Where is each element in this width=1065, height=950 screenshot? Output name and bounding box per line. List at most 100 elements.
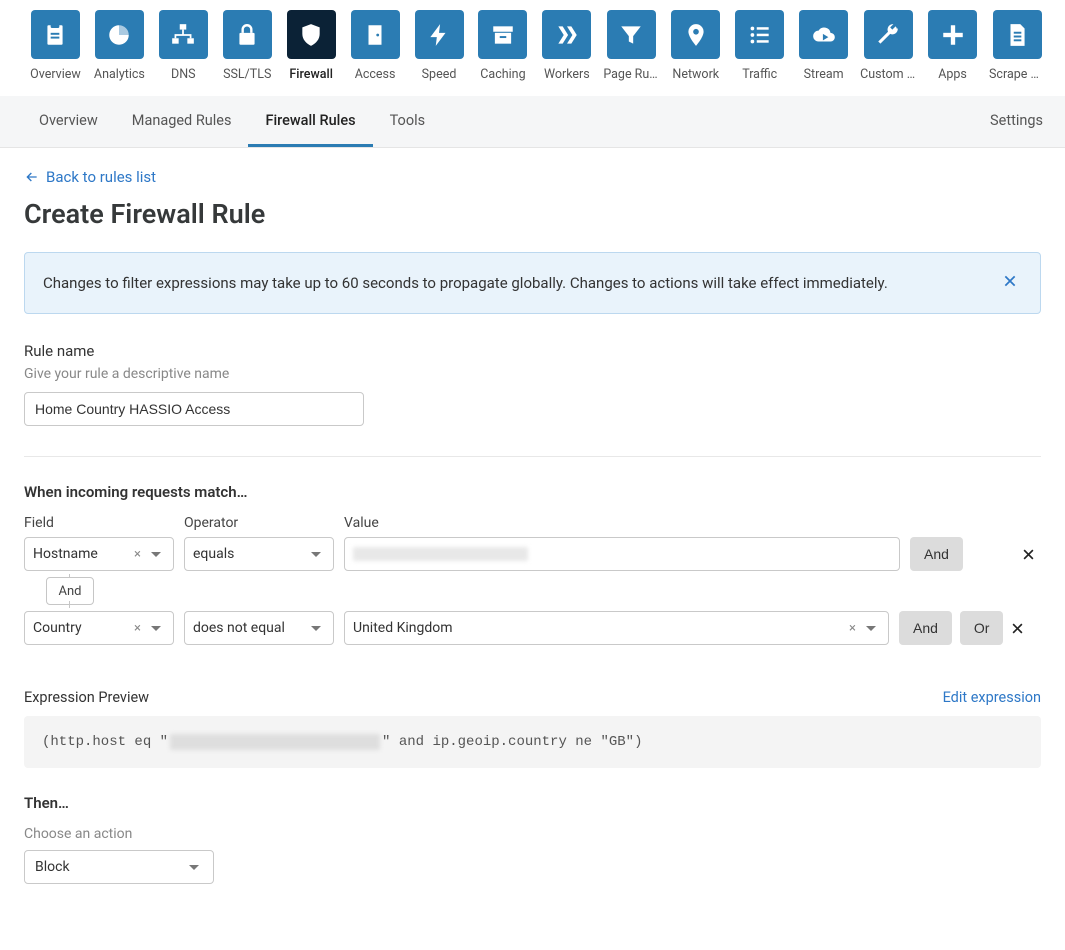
- nav-dns[interactable]: DNS: [158, 10, 209, 82]
- nav-label: DNS: [171, 67, 196, 82]
- nav-analytics[interactable]: Analytics: [94, 10, 145, 82]
- field-select[interactable]: Country ×: [24, 611, 174, 645]
- clipboard-icon: [31, 10, 80, 59]
- door-icon: [351, 10, 400, 59]
- operator-select[interactable]: equals: [184, 537, 334, 571]
- back-to-rules-link[interactable]: Back to rules list: [24, 168, 156, 186]
- document-icon: [993, 10, 1042, 59]
- info-banner: Changes to filter expressions may take u…: [24, 252, 1041, 314]
- nav-custompages[interactable]: Custom P…: [862, 10, 914, 82]
- close-icon: [1002, 273, 1018, 289]
- expression-title: Expression Preview: [24, 689, 943, 706]
- arrow-left-icon: [24, 169, 40, 185]
- then-hint: Choose an action: [24, 826, 1041, 842]
- nav-label: Network: [672, 67, 719, 82]
- nav-access[interactable]: Access: [350, 10, 401, 82]
- nav-label: Caching: [480, 67, 525, 82]
- field-value: Country: [33, 620, 128, 636]
- expression-header: Expression Preview Edit expression: [24, 689, 1041, 706]
- nav-label: Apps: [938, 67, 967, 82]
- divider: [24, 456, 1041, 457]
- then-section: Then… Choose an action Block: [24, 794, 1041, 884]
- plus-icon: [928, 10, 977, 59]
- nav-label: Access: [355, 67, 396, 82]
- nav-label: SSL/TLS: [223, 67, 271, 82]
- field-select[interactable]: Hostname ×: [24, 537, 174, 571]
- redacted-value: [353, 547, 528, 561]
- nav-label: Page Rules: [603, 67, 659, 82]
- sitemap-icon: [159, 10, 208, 59]
- nav-label: Stream: [804, 67, 844, 82]
- nav-stream[interactable]: Stream: [798, 10, 849, 82]
- and-button[interactable]: And: [910, 537, 963, 571]
- header-value: Value: [344, 515, 900, 531]
- header-operator: Operator: [184, 515, 334, 531]
- nav-firewall[interactable]: Firewall: [286, 10, 337, 82]
- clear-icon[interactable]: ×: [128, 621, 147, 636]
- delete-row-button[interactable]: [1015, 541, 1041, 567]
- match-title: When incoming requests match…: [24, 483, 1041, 501]
- and-button[interactable]: And: [899, 611, 952, 645]
- nav-ssl[interactable]: SSL/TLS: [222, 10, 273, 82]
- value-select[interactable]: United Kingdom ×: [344, 611, 889, 645]
- bolt-icon: [415, 10, 464, 59]
- nav-apps[interactable]: Apps: [927, 10, 978, 82]
- nav-label: Overview: [30, 67, 81, 82]
- tab-overview[interactable]: Overview: [22, 96, 115, 147]
- top-nav: Overview Analytics DNS SSL/TLS Firewall …: [0, 0, 1065, 82]
- rule-name-hint: Give your rule a descriptive name: [24, 366, 1041, 382]
- condition-headers: Field Operator Value: [24, 515, 1041, 531]
- or-button[interactable]: Or: [960, 611, 1004, 645]
- nav-traffic[interactable]: Traffic: [734, 10, 785, 82]
- chevron-down-icon: [311, 552, 321, 557]
- operator-value: does not equal: [193, 620, 307, 636]
- nav-label: Analytics: [94, 67, 145, 82]
- nav-label: Firewall: [289, 67, 332, 82]
- operator-value: equals: [193, 546, 307, 562]
- condition-row: Hostname × equals And: [24, 537, 1041, 571]
- cloud-play-icon: [799, 10, 848, 59]
- banner-close-button[interactable]: [998, 269, 1022, 297]
- pin-icon: [671, 10, 720, 59]
- expression-post: " and ip.geoip.country ne "GB"): [382, 734, 642, 750]
- edit-expression-link[interactable]: Edit expression: [943, 689, 1041, 706]
- page-title: Create Firewall Rule: [24, 198, 1041, 230]
- action-select[interactable]: Block: [24, 850, 214, 884]
- tab-managed-rules[interactable]: Managed Rules: [115, 96, 249, 147]
- chevron-down-icon: [151, 552, 161, 557]
- tab-tools[interactable]: Tools: [373, 96, 443, 147]
- header-field: Field: [24, 515, 174, 531]
- workers-icon: [542, 10, 591, 59]
- value-input[interactable]: [344, 537, 900, 571]
- nav-speed[interactable]: Speed: [414, 10, 465, 82]
- field-value: Hostname: [33, 546, 128, 562]
- tab-firewall-rules[interactable]: Firewall Rules: [248, 96, 372, 147]
- action-value: Block: [35, 859, 185, 875]
- nav-caching[interactable]: Caching: [477, 10, 528, 82]
- chevron-down-icon: [311, 626, 321, 631]
- nav-label: Custom P…: [860, 67, 916, 82]
- nav-network[interactable]: Network: [670, 10, 721, 82]
- value-text: United Kingdom: [353, 620, 843, 636]
- nav-pagerules[interactable]: Page Rules: [605, 10, 657, 82]
- tab-settings[interactable]: Settings: [973, 96, 1043, 147]
- chevron-down-icon: [151, 626, 161, 631]
- chevron-down-icon: [866, 626, 876, 631]
- nav-workers[interactable]: Workers: [541, 10, 592, 82]
- connector-and-chip[interactable]: And: [46, 577, 94, 605]
- archive-icon: [478, 10, 527, 59]
- wrench-icon: [864, 10, 913, 59]
- clear-icon[interactable]: ×: [128, 547, 147, 562]
- nav-scrape[interactable]: Scrape Shi…: [991, 10, 1043, 82]
- nav-label: Speed: [422, 67, 457, 82]
- delete-row-button[interactable]: [1004, 615, 1030, 641]
- rule-name-input[interactable]: [24, 392, 364, 426]
- clear-icon[interactable]: ×: [843, 621, 862, 636]
- list-icon: [735, 10, 784, 59]
- nav-overview[interactable]: Overview: [30, 10, 81, 82]
- close-icon: [1021, 547, 1036, 562]
- shield-icon: [287, 10, 336, 59]
- expression-preview: (http.host eq " " and ip.geoip.country n…: [24, 716, 1041, 768]
- nav-label: Workers: [544, 67, 590, 82]
- operator-select[interactable]: does not equal: [184, 611, 334, 645]
